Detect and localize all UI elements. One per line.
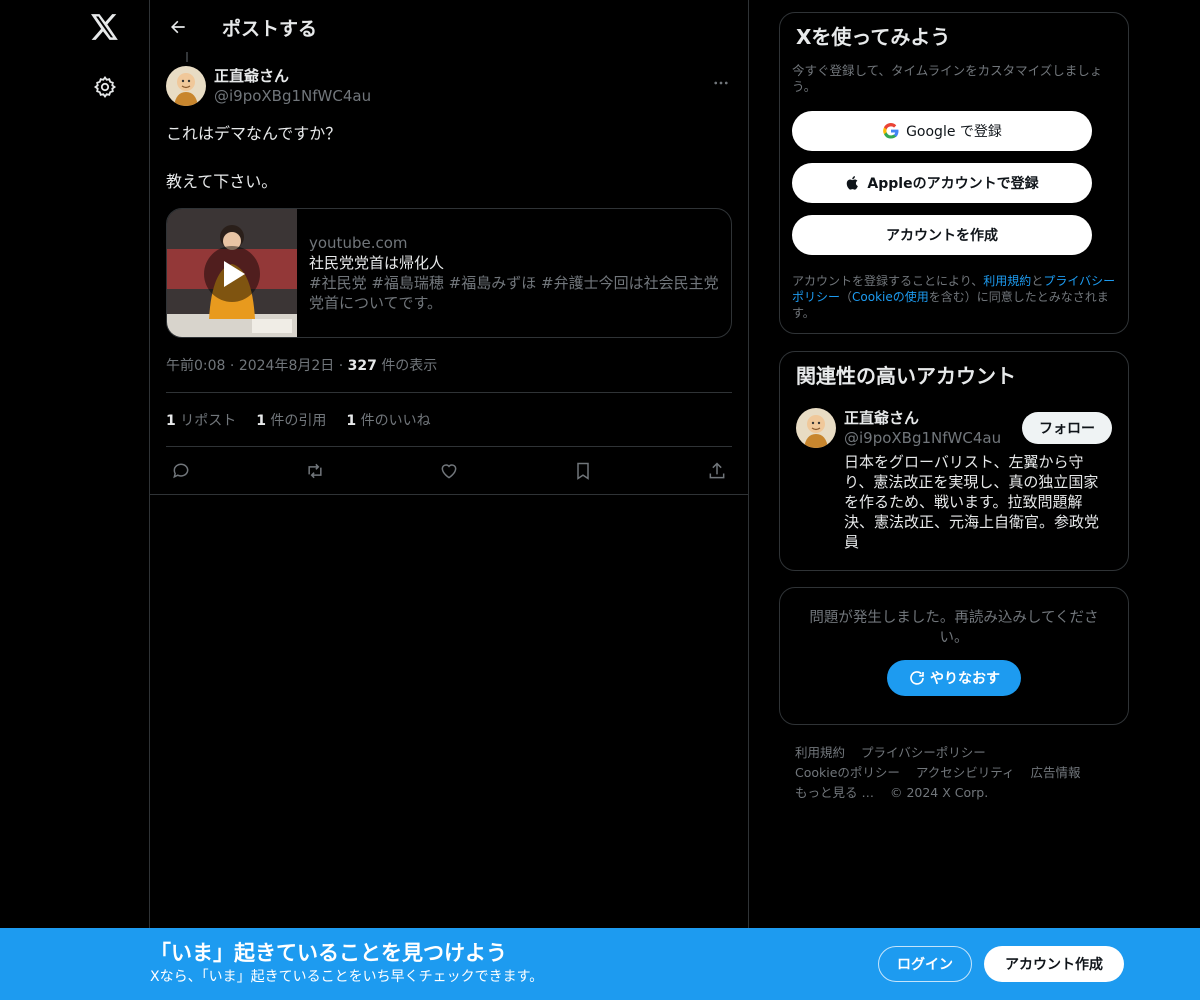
error-panel: 問題が発生しました。再読み込みしてください。 やりなおす (779, 587, 1129, 725)
apple-logo-icon (845, 174, 861, 192)
author-name[interactable]: 正直爺さん (214, 66, 371, 86)
share-icon[interactable] (706, 460, 728, 482)
quotes-count: 1 (256, 412, 266, 429)
retry-button[interactable]: やりなおす (887, 660, 1021, 696)
author-handle[interactable]: @i9poXBg1NfWC4au (214, 86, 371, 106)
terms-link[interactable]: 利用規約 (983, 274, 1031, 288)
legal-prefix: アカウントを登録することにより、 (792, 274, 984, 288)
likes-count: 1 (346, 412, 357, 429)
error-message: 問題が発生しました。再読み込みしてください。 (809, 610, 1099, 646)
footer-accessibility-link[interactable]: アクセシビリティ (916, 765, 1015, 780)
banner-subtitle: Xなら、「いま」起きていることをいち早くチェックできます。 (150, 969, 544, 985)
post-time[interactable]: 午前0:08 (166, 358, 225, 374)
card-domain: youtube.com (309, 234, 408, 252)
reposts-label: リポスト (180, 412, 237, 429)
signup-title: Xを使ってみよう (796, 25, 951, 49)
page-title: ポストする (222, 17, 318, 40)
login-banner: 「いま」起きていることを見つけよう Xなら、「いま」起きていることをいち早くチェ… (0, 928, 1200, 1000)
cookie-link[interactable]: Cookieの使用 (852, 290, 929, 304)
reposts-count: 1 (166, 412, 176, 429)
relevant-accounts-title: 関連性の高いアカウント (796, 364, 1016, 388)
google-signup-button[interactable]: Google で登録 (792, 111, 1092, 151)
account-avatar[interactable] (796, 408, 836, 448)
create-account-label: アカウントを作成 (886, 228, 998, 244)
divider (150, 494, 748, 495)
google-logo-icon (882, 122, 900, 140)
post-actions (166, 447, 732, 494)
left-navigation (0, 0, 150, 1000)
legal-paren-open: （ (840, 290, 853, 304)
reply-icon[interactable] (170, 460, 192, 482)
page-header: ポストする (150, 0, 748, 54)
footer-ads-link[interactable]: 広告情報 (1031, 765, 1081, 780)
footer-cookie-link[interactable]: Cookieのポリシー (795, 765, 900, 780)
more-options-icon[interactable] (710, 72, 732, 94)
back-arrow-icon[interactable] (164, 13, 192, 41)
card-description: #社民党 #福島瑞穂 #福島みずほ #弁護士今回は社会民主党党首についてです。 (309, 274, 719, 312)
retry-label: やりなおす (930, 671, 1000, 687)
link-preview-card[interactable]: youtube.com 社民党党首は帰化人 #社民党 #福島瑞穂 #福島みずほ … (166, 208, 732, 338)
follow-button[interactable]: フォロー (1022, 412, 1112, 444)
footer-links: 利用規約 プライバシーポリシー Cookieのポリシー アクセシビリティ 広告情… (779, 743, 1129, 803)
settings-gear-icon[interactable] (90, 72, 120, 102)
views-label: 件の表示 (381, 358, 438, 374)
apple-signup-button[interactable]: Appleのアカウントで登録 (792, 163, 1092, 203)
footer-more-link[interactable]: もっと見る … (795, 785, 874, 800)
meta-separator: · (338, 358, 348, 374)
card-title: 社民党党首は帰化人 (309, 254, 445, 272)
likes-label: 件のいいね (360, 412, 431, 429)
post-meta: 午前0:08 · 2024年8月2日 · 327 件の表示 (166, 356, 732, 376)
signup-panel: Xを使ってみよう 今すぐ登録して、タイムラインをカスタマイズしましょう。 Goo… (779, 12, 1129, 334)
post-text-line: これはデマなんですか？ (166, 124, 342, 143)
post-detail: 正直爺さん @i9poXBg1NfWC4au これはデマなんですか？ 教えて下さ… (150, 64, 748, 495)
relevant-accounts-panel: 関連性の高いアカウント 正直爺さん @i9poXBg1NfWC4au 日本をグロ… (779, 351, 1129, 571)
post-date[interactable]: 2024年8月2日 (239, 358, 334, 374)
likes-stat[interactable]: 1 件のいいね (346, 410, 430, 430)
like-heart-icon[interactable] (438, 460, 460, 482)
footer-copyright: © 2024 X Corp. (889, 785, 989, 800)
post-author-row: 正直爺さん @i9poXBg1NfWC4au (166, 64, 732, 108)
quotes-label: 件の引用 (270, 412, 327, 429)
google-signup-label: Google で登録 (906, 124, 1002, 140)
post-text: これはデマなんですか？ 教えて下さい。 (166, 122, 732, 194)
create-account-button[interactable]: アカウントを作成 (792, 215, 1092, 255)
views-count: 327 (347, 358, 377, 374)
bookmark-icon[interactable] (572, 460, 594, 482)
post-text-line: 教えて下さい。 (166, 172, 278, 191)
footer-privacy-link[interactable]: プライバシーポリシー (861, 745, 986, 760)
right-sidebar: Xを使ってみよう 今すぐ登録して、タイムラインをカスタマイズしましょう。 Goo… (779, 0, 1129, 803)
thread-connector-line (186, 52, 188, 62)
meta-separator: · (229, 358, 239, 374)
reposts-stat[interactable]: 1 リポスト (166, 410, 236, 430)
footer-terms-link[interactable]: 利用規約 (795, 745, 845, 760)
main-column: ポストする 正直爺さん @i9poXBg1NfWC4au これはデマなんですか？… (149, 0, 749, 1000)
author-avatar[interactable] (166, 66, 206, 106)
repost-icon[interactable] (304, 460, 326, 482)
banner-title: 「いま」起きていることを見つけよう (150, 941, 507, 965)
engagement-stats: 1 リポスト 1 件の引用 1 件のいいね (166, 393, 732, 446)
signup-button[interactable]: アカウント作成 (984, 946, 1124, 982)
apple-signup-label: Appleのアカウントで登録 (867, 176, 1039, 192)
signup-subtitle: 今すぐ登録して、タイムラインをカスタマイズしましょう。 (792, 63, 1103, 94)
login-button[interactable]: ログイン (878, 946, 972, 982)
relevant-account-item[interactable]: 正直爺さん @i9poXBg1NfWC4au 日本をグローバリスト、左翼から守り… (796, 408, 1112, 552)
x-logo-icon[interactable] (88, 10, 122, 44)
legal-and: と (1031, 274, 1044, 288)
quotes-stat[interactable]: 1 件の引用 (256, 410, 326, 430)
video-thumbnail[interactable] (167, 209, 297, 337)
refresh-icon (910, 671, 924, 685)
signup-legal-text: アカウントを登録することにより、利用規約とプライバシーポリシー（Cookieの使… (792, 273, 1116, 321)
account-bio: 日本をグローバリスト、左翼から守り、憲法改正を実現し、真の独立国家を作るため、戦… (844, 453, 1100, 551)
